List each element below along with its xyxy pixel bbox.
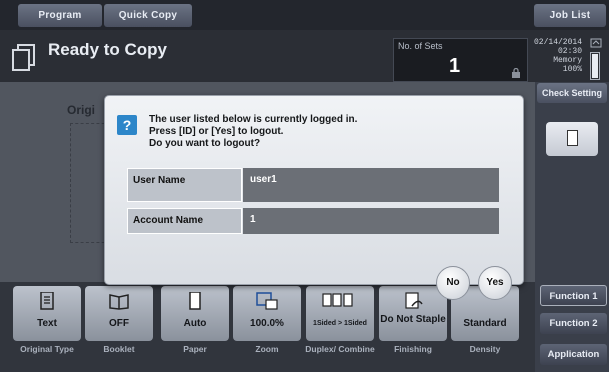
- dialog-message: The user listed below is currently logge…: [149, 114, 357, 150]
- copy-document-icon: [12, 44, 35, 71]
- job-list-button[interactable]: Job List: [534, 4, 606, 27]
- memory-value: 100%: [562, 65, 582, 74]
- yes-button[interactable]: Yes: [478, 266, 512, 300]
- tile-density-value: Standard: [463, 318, 507, 329]
- user-name-value: user1: [243, 168, 499, 202]
- text-doc-icon: [40, 292, 54, 310]
- account-name-label: Account Name: [127, 208, 242, 234]
- function-2-button[interactable]: Function 2: [540, 313, 607, 334]
- memory-label: Memory: [553, 56, 582, 65]
- paper-icon: [189, 292, 201, 310]
- tile-booklet-value: OFF: [109, 318, 129, 329]
- application-button[interactable]: Application: [540, 344, 607, 365]
- tile-finishing-value: Do Not Staple: [380, 314, 446, 325]
- sets-value: 1: [449, 55, 461, 77]
- question-icon: ?: [117, 115, 137, 135]
- network-icon: [590, 38, 602, 48]
- tile-zoom-name: Zoom: [255, 344, 279, 354]
- lock-icon: [512, 68, 520, 78]
- tile-paper-name: Paper: [183, 344, 207, 354]
- tile-duplex-name: Duplex/ Combine: [305, 344, 375, 354]
- memory-bar: [590, 52, 600, 80]
- dialog-message-line-1: The user listed below is currently logge…: [149, 114, 358, 125]
- staple-icon: [405, 292, 423, 309]
- date-text: 02/14/2014: [534, 38, 583, 47]
- check-setting-button[interactable]: Check Setting: [537, 83, 607, 103]
- tile-zoom-value: 100.0%: [250, 318, 284, 329]
- preview-button[interactable]: [546, 122, 598, 156]
- function-1-button[interactable]: Function 1: [540, 285, 607, 306]
- tile-original-type-name: Original Type: [20, 344, 74, 354]
- date-time-memory: 02/14/2014 02:30 Memory 100%: [534, 38, 582, 74]
- tab-quick-copy[interactable]: Quick Copy: [104, 4, 192, 27]
- dialog-message-line-3: Do you want to logout?: [149, 138, 261, 149]
- user-name-label: User Name: [127, 168, 242, 202]
- tile-booklet-name: Booklet: [103, 344, 135, 354]
- tile-density-name: Density: [469, 344, 501, 354]
- no-button[interactable]: No: [436, 266, 470, 300]
- duplex-icon: [322, 293, 353, 307]
- original-label: Origi: [67, 103, 96, 117]
- account-name-value: 1: [243, 208, 499, 234]
- tile-finishing-name: Finishing: [394, 344, 432, 354]
- dialog-message-line-2: Press [ID] or [Yes] to logout.: [149, 126, 284, 137]
- tile-original-type-value: Text: [37, 318, 57, 329]
- tile-paper-value: Auto: [183, 318, 207, 329]
- booklet-icon: [109, 294, 129, 310]
- time-text: 02:30: [557, 47, 582, 56]
- page-icon: [567, 130, 578, 146]
- tab-program[interactable]: Program: [18, 4, 102, 27]
- memory-bar-fill: [592, 54, 598, 78]
- status-title: Ready to Copy: [48, 40, 168, 59]
- zoom-icon: [256, 292, 278, 310]
- tile-duplex-value: 1Sided > 1Sided: [313, 320, 367, 327]
- sets-label: No. of Sets: [398, 41, 443, 51]
